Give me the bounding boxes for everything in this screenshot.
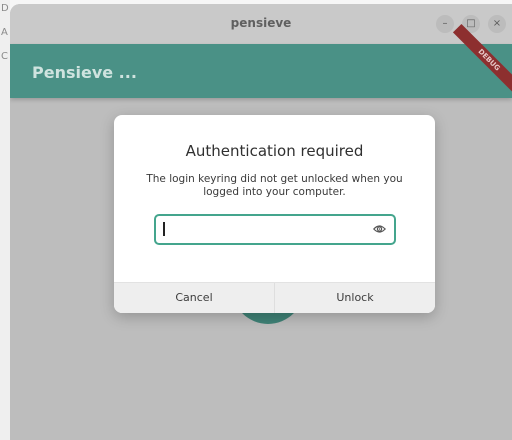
eye-icon[interactable] bbox=[373, 224, 386, 234]
unlock-button[interactable]: Unlock bbox=[275, 283, 435, 313]
desktop-glyph: D bbox=[1, 3, 9, 14]
desktop-glyph: C bbox=[1, 51, 8, 62]
desktop-edge: D A C bbox=[0, 0, 10, 440]
dialog-title: Authentication required bbox=[185, 142, 364, 160]
dialog-message: The login keyring did not get unlocked w… bbox=[146, 173, 403, 198]
window-titlebar[interactable]: pensieve – □ × bbox=[10, 4, 512, 44]
app-title: Pensieve ... bbox=[32, 63, 137, 82]
dialog-actions: Cancel Unlock bbox=[114, 282, 435, 313]
app-bar: Pensieve ... DEBUG bbox=[10, 23, 512, 98]
cancel-button[interactable]: Cancel bbox=[114, 283, 274, 313]
password-input[interactable] bbox=[154, 214, 396, 245]
close-button[interactable]: × bbox=[488, 15, 506, 33]
desktop-glyph: A bbox=[1, 27, 8, 38]
auth-dialog: Authentication required The login keyrin… bbox=[114, 115, 435, 313]
minimize-button[interactable]: – bbox=[436, 15, 454, 33]
text-caret bbox=[163, 222, 165, 236]
